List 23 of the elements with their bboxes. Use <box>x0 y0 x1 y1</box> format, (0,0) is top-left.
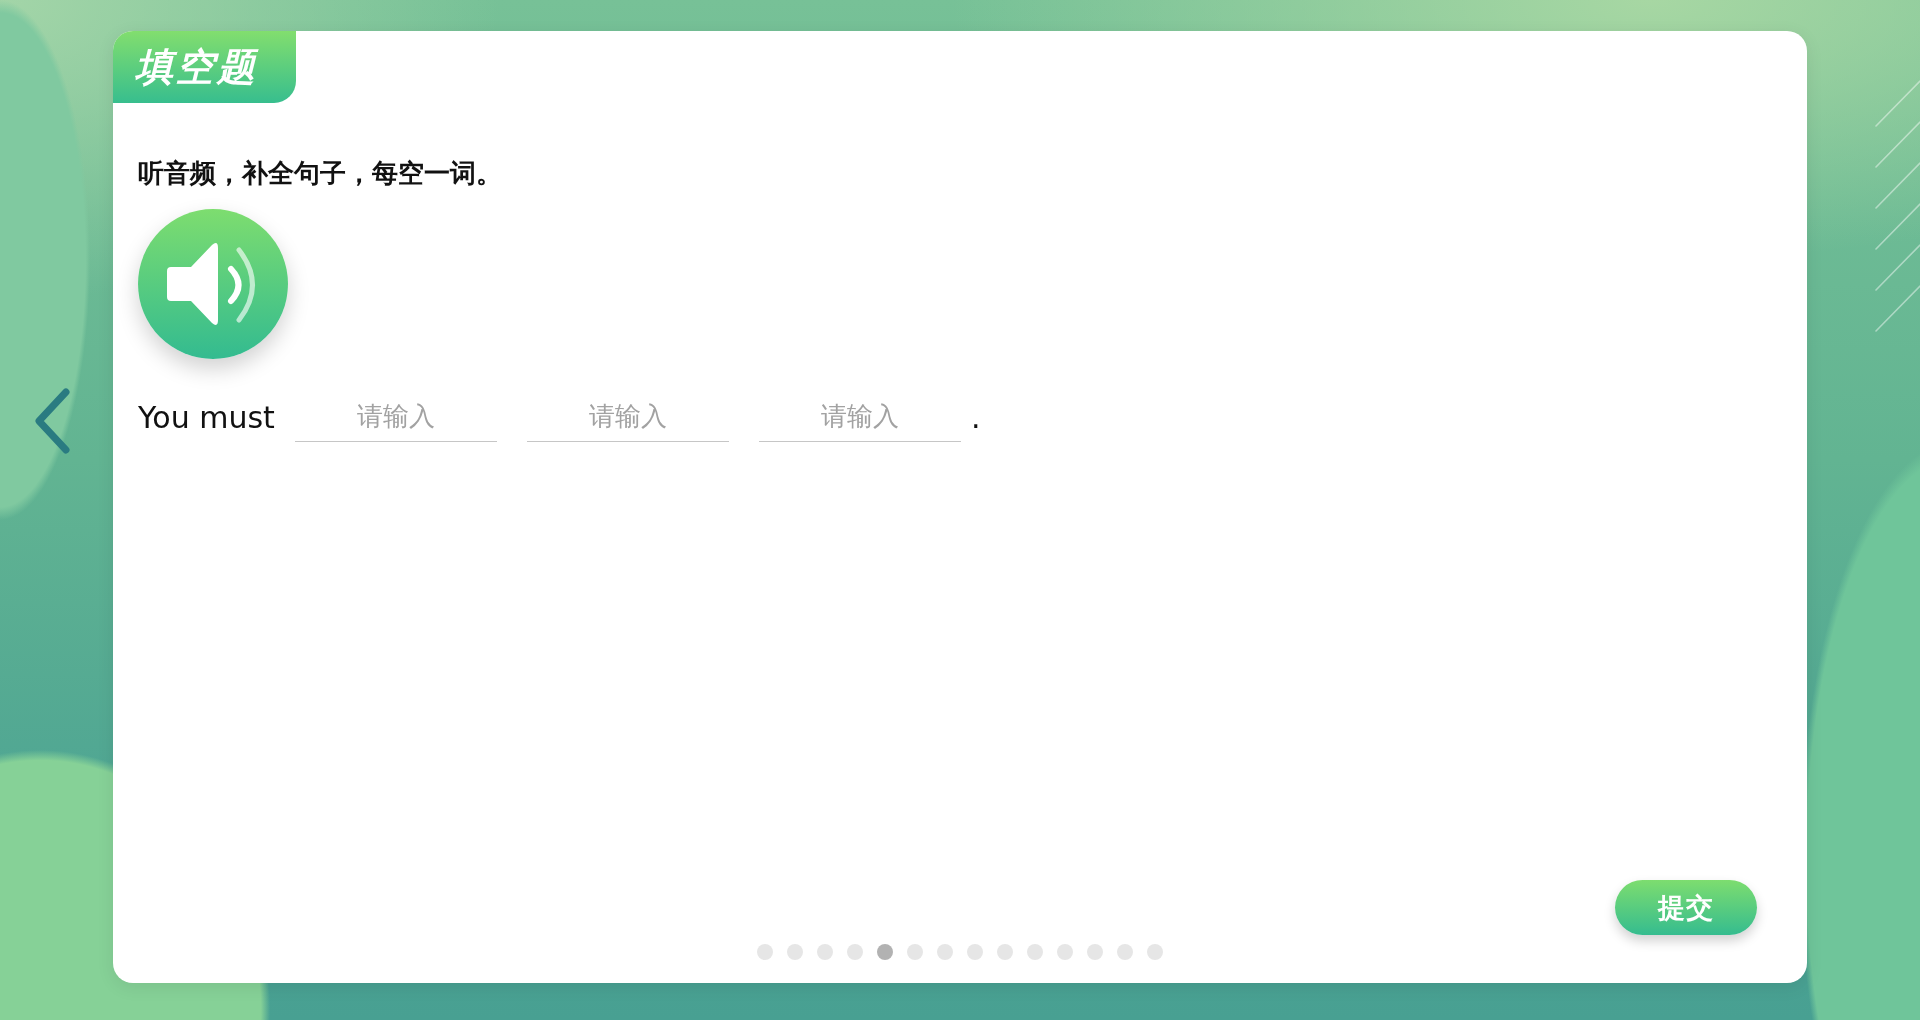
chevron-left-icon[interactable] <box>32 387 72 455</box>
page-dot[interactable] <box>1087 944 1103 960</box>
page-dot[interactable] <box>757 944 773 960</box>
answer-field[interactable]: 请输入 <box>758 392 961 442</box>
page-dot[interactable] <box>907 944 923 960</box>
page-dot[interactable] <box>877 944 893 960</box>
sentence-text: . <box>970 399 981 435</box>
submit-button[interactable]: 提交 <box>1615 880 1757 935</box>
answer-field[interactable]: 请输入 <box>526 392 729 442</box>
question-type-tag: 填空题 <box>113 31 296 103</box>
sentence-text: You must <box>138 399 275 435</box>
instruction-text: 听音频，补全句子，每空一词。 <box>138 157 502 189</box>
page-dot[interactable] <box>817 944 833 960</box>
page-dot[interactable] <box>847 944 863 960</box>
page-dot[interactable] <box>967 944 983 960</box>
page-dot[interactable] <box>1057 944 1073 960</box>
page-dot[interactable] <box>1027 944 1043 960</box>
answer-field[interactable]: 请输入 <box>294 392 497 442</box>
page-dot[interactable] <box>997 944 1013 960</box>
page-dot[interactable] <box>937 944 953 960</box>
page-dot[interactable] <box>787 944 803 960</box>
page-dot[interactable] <box>1147 944 1163 960</box>
page-dot[interactable] <box>1117 944 1133 960</box>
